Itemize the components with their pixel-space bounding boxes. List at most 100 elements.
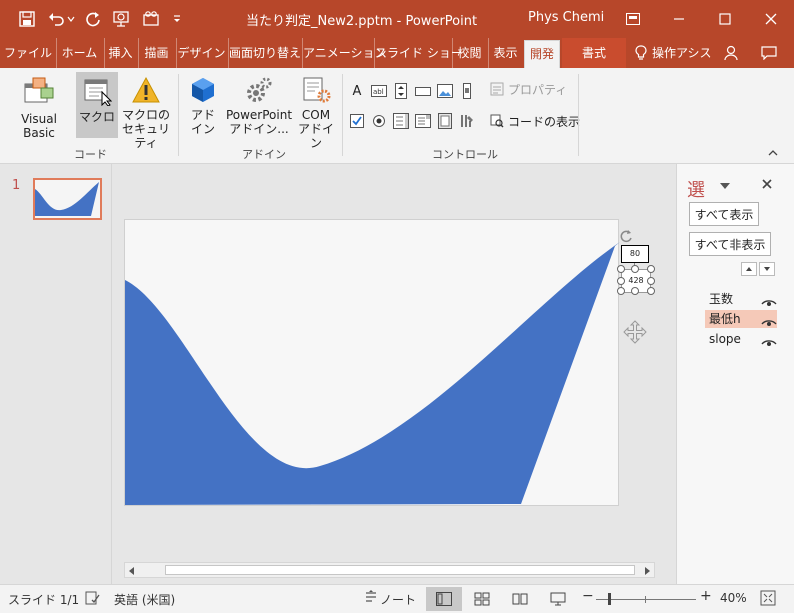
textbox-control-icon[interactable]: abl: [370, 82, 388, 100]
tab-review[interactable]: 校閲: [452, 38, 486, 68]
hide-all-button[interactable]: すべて非表示: [689, 232, 771, 256]
reading-view-icon[interactable]: [502, 587, 538, 611]
tab-format[interactable]: 書式: [562, 38, 626, 68]
tab-transitions[interactable]: 画面切り替え: [228, 38, 301, 68]
title-bar: 当たり判定_New2.pptm - PowerPoint Phys Chemi: [0, 0, 794, 38]
resize-handle[interactable]: [617, 287, 625, 295]
slide-sorter-icon[interactable]: [464, 587, 500, 611]
eye-icon[interactable]: [761, 334, 777, 352]
addin-button[interactable]: アド イン: [184, 74, 222, 140]
image-control-icon[interactable]: [436, 82, 454, 100]
tell-me-search[interactable]: 操作アシス: [652, 38, 712, 68]
fit-to-window-icon[interactable]: [760, 590, 776, 609]
collapse-ribbon-icon[interactable]: [768, 146, 782, 158]
ribbon-display-options-icon[interactable]: [610, 0, 656, 38]
tab-home[interactable]: ホーム: [56, 38, 102, 68]
view-code-icon: [490, 114, 504, 128]
tab-developer[interactable]: 開発: [524, 40, 560, 68]
pane-options-icon[interactable]: [719, 180, 731, 192]
curve-shape[interactable]: [125, 220, 620, 507]
zoom-slider-center-tick: [645, 596, 646, 603]
notes-button[interactable]: ノート: [380, 591, 416, 608]
horizontal-scrollbar[interactable]: [124, 562, 655, 578]
move-icon[interactable]: [622, 319, 648, 345]
language-indicator[interactable]: 英語 (米国): [114, 591, 175, 608]
tab-file[interactable]: ファイル: [4, 38, 52, 68]
tab-slideshow[interactable]: スライド ショー: [374, 38, 463, 68]
resize-handle[interactable]: [631, 265, 639, 273]
resize-handle[interactable]: [631, 287, 639, 295]
resize-handle[interactable]: [617, 265, 625, 273]
tab-animations[interactable]: アニメーション: [302, 38, 387, 68]
value-label-top[interactable]: 80: [621, 245, 649, 263]
undo-icon[interactable]: [46, 8, 68, 30]
scrollbar-control-icon[interactable]: [458, 82, 476, 100]
undo-dropdown-icon[interactable]: [66, 8, 76, 30]
resize-handle[interactable]: [617, 277, 625, 285]
spin-button-icon[interactable]: [392, 82, 410, 100]
scroll-left-icon[interactable]: [127, 565, 137, 575]
from-beginning-icon[interactable]: [110, 8, 132, 30]
slideshow-view-icon[interactable]: [540, 587, 576, 611]
combobox-control-icon[interactable]: [414, 112, 432, 130]
selection-item[interactable]: slope: [705, 330, 777, 348]
selection-item-name: slope: [709, 332, 741, 346]
maximize-icon[interactable]: [702, 0, 748, 38]
redo-icon[interactable]: [82, 8, 104, 30]
close-pane-icon[interactable]: [761, 178, 775, 192]
more-controls-icon[interactable]: [458, 112, 476, 130]
record-icon[interactable]: [140, 8, 162, 30]
send-backward-icon[interactable]: [759, 262, 775, 276]
com-addin-button[interactable]: COM アドイン: [296, 74, 336, 150]
normal-view-icon[interactable]: [426, 587, 462, 611]
visual-basic-button[interactable]: Visual Basic: [4, 74, 74, 140]
group-separator: [342, 74, 343, 156]
close-window-icon[interactable]: [748, 0, 794, 38]
toggle-button-icon[interactable]: [436, 112, 454, 130]
zoom-out-icon[interactable]: −: [582, 588, 594, 604]
zoom-slider[interactable]: [596, 599, 696, 600]
share-user-icon[interactable]: [718, 38, 744, 68]
zoom-slider-thumb[interactable]: [608, 593, 611, 605]
selection-item[interactable]: 玉数: [705, 290, 777, 308]
slide-canvas[interactable]: [124, 219, 620, 507]
macro-button[interactable]: マクロ: [76, 72, 118, 138]
rotate-handle-icon[interactable]: [618, 228, 634, 244]
tab-draw[interactable]: 描画: [138, 38, 174, 68]
command-button-icon[interactable]: [414, 82, 432, 100]
spellcheck-icon[interactable]: [84, 590, 100, 609]
zoom-in-icon[interactable]: +: [700, 588, 712, 604]
bring-forward-icon[interactable]: [741, 262, 757, 276]
selection-item-name: 玉数: [709, 292, 734, 306]
resize-handle[interactable]: [647, 277, 655, 285]
macro-security-button[interactable]: マクロの セキュリティ: [118, 74, 174, 150]
tab-view[interactable]: 表示: [488, 38, 522, 68]
option-button-icon[interactable]: [370, 112, 388, 130]
selection-item[interactable]: 最低h: [705, 310, 777, 328]
notes-icon[interactable]: [364, 590, 378, 607]
save-icon[interactable]: [16, 8, 38, 30]
checkbox-control-icon[interactable]: [348, 112, 366, 130]
com-addin-icon: [301, 76, 331, 104]
comments-icon[interactable]: [756, 38, 782, 68]
user-name[interactable]: Phys Chemi: [528, 10, 604, 25]
macro-label: マクロ: [78, 110, 115, 124]
powerpoint-addin-button[interactable]: PowerPoint アドイン...: [224, 74, 294, 140]
tab-design[interactable]: デザイン: [176, 38, 226, 68]
resize-handle[interactable]: [647, 287, 655, 295]
tab-insert[interactable]: 挿入: [104, 38, 136, 68]
scroll-right-icon[interactable]: [642, 565, 652, 575]
slide-thumbnail[interactable]: [33, 178, 102, 220]
customize-qat-icon[interactable]: [170, 8, 184, 30]
listbox-control-icon[interactable]: [392, 112, 410, 130]
view-code-button[interactable]: コードの表示: [490, 110, 580, 132]
workspace: 1 80 428 選 すべて表示 すべて非表示 玉数 最低h slope: [0, 164, 794, 584]
label-control-icon[interactable]: A: [348, 82, 366, 100]
properties-icon: [490, 82, 504, 96]
show-all-button[interactable]: すべて表示: [689, 202, 759, 226]
minimize-icon[interactable]: [656, 0, 702, 38]
resize-handle[interactable]: [647, 265, 655, 273]
properties-button[interactable]: プロパティ: [490, 78, 567, 100]
zoom-level[interactable]: 40%: [720, 591, 747, 605]
scroll-thumb[interactable]: [165, 565, 635, 575]
